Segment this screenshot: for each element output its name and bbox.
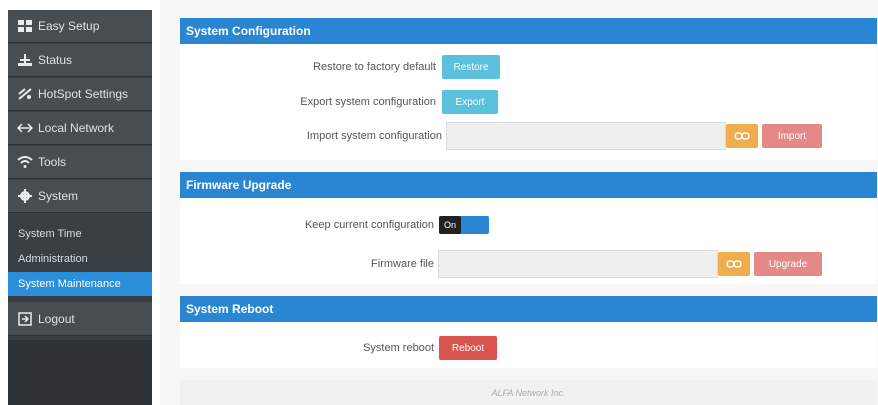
panel-title: System Configuration (180, 18, 877, 44)
arrows-icon (16, 121, 34, 135)
firmware-file-row: Firmware file Upgrade (270, 250, 822, 278)
firmware-file-input[interactable] (438, 250, 718, 278)
footer-text: ALFA Network Inc. (180, 380, 877, 405)
hotspot-icon (16, 87, 34, 101)
restore-row: Restore to factory default Restore (270, 55, 500, 79)
sidebar-item-label: Local Network (38, 121, 115, 135)
sidebar-item-tools[interactable]: Tools (8, 146, 152, 179)
sidebar-subitem-label: Administration (18, 253, 88, 265)
logout-icon (16, 311, 34, 326)
sidebar-footer (8, 340, 152, 405)
sidebar-subitem-label: System Maintenance (18, 278, 121, 290)
firmware-upgrade-panel: Firmware Upgrade Keep current configurat… (180, 172, 877, 284)
link-icon (726, 260, 742, 268)
upgrade-button[interactable]: Upgrade (754, 252, 822, 276)
scale-icon (16, 53, 34, 67)
reboot-button[interactable]: Reboot (439, 336, 497, 360)
sidebar-subitem-administration[interactable]: Administration (8, 247, 152, 271)
system-configuration-panel: System Configuration Restore to factory … (180, 18, 877, 160)
import-browse-button[interactable] (726, 124, 758, 148)
sidebar-subitem-system-maintenance[interactable]: System Maintenance (8, 272, 152, 296)
import-file-input[interactable] (446, 122, 726, 150)
main-content: System Configuration Restore to factory … (160, 0, 878, 405)
sidebar-subitem-system-time[interactable]: System Time (8, 222, 152, 246)
sidebar-item-label: Status (38, 53, 73, 67)
grid-icon (16, 19, 34, 33)
sidebar-item-label: System (38, 189, 79, 203)
import-row: Import system configuration Import (270, 122, 822, 150)
toggle-state: On (439, 216, 461, 234)
sidebar-item-logout[interactable]: Logout (8, 302, 152, 336)
export-row: Export system configuration Export (270, 90, 498, 114)
export-button[interactable]: Export (442, 90, 498, 114)
sidebar-item-label: Easy Setup (38, 19, 100, 33)
panel-title: System Reboot (180, 296, 877, 322)
sidebar-item-status[interactable]: Status (8, 44, 152, 77)
sidebar-item-easy-setup[interactable]: Easy Setup (8, 10, 152, 43)
sidebar-item-system[interactable]: System (8, 180, 152, 213)
restore-label: Restore to factory default (313, 61, 436, 73)
link-icon (734, 132, 750, 140)
reboot-label: System reboot (363, 342, 434, 354)
sidebar-item-label: HotSpot Settings (38, 87, 129, 101)
firmware-file-label: Firmware file (371, 258, 434, 270)
sidebar-item-hotspot-settings[interactable]: HotSpot Settings (8, 78, 152, 111)
firmware-browse-button[interactable] (718, 252, 750, 276)
import-label: Import system configuration (306, 130, 442, 142)
restore-button[interactable]: Restore (442, 55, 500, 79)
gear-icon (16, 189, 34, 203)
wifi-icon (16, 155, 34, 169)
reboot-row: System reboot Reboot (270, 336, 497, 360)
panel-title: Firmware Upgrade (180, 172, 877, 198)
sidebar-item-local-network[interactable]: Local Network (8, 112, 152, 145)
sidebar: Easy Setup Status HotSpot Settings Local… (8, 10, 152, 405)
keep-config-label: Keep current configuration (304, 219, 434, 231)
sidebar-item-label: Logout (38, 311, 75, 326)
sidebar-item-label: Tools (38, 155, 67, 169)
system-reboot-panel: System Reboot System reboot Reboot (180, 296, 877, 368)
keep-config-row: Keep current configuration On (270, 216, 489, 234)
import-button[interactable]: Import (762, 124, 822, 148)
export-label: Export system configuration (300, 96, 436, 108)
sidebar-subitem-label: System Time (18, 228, 82, 240)
keep-config-toggle[interactable]: On (439, 216, 489, 234)
